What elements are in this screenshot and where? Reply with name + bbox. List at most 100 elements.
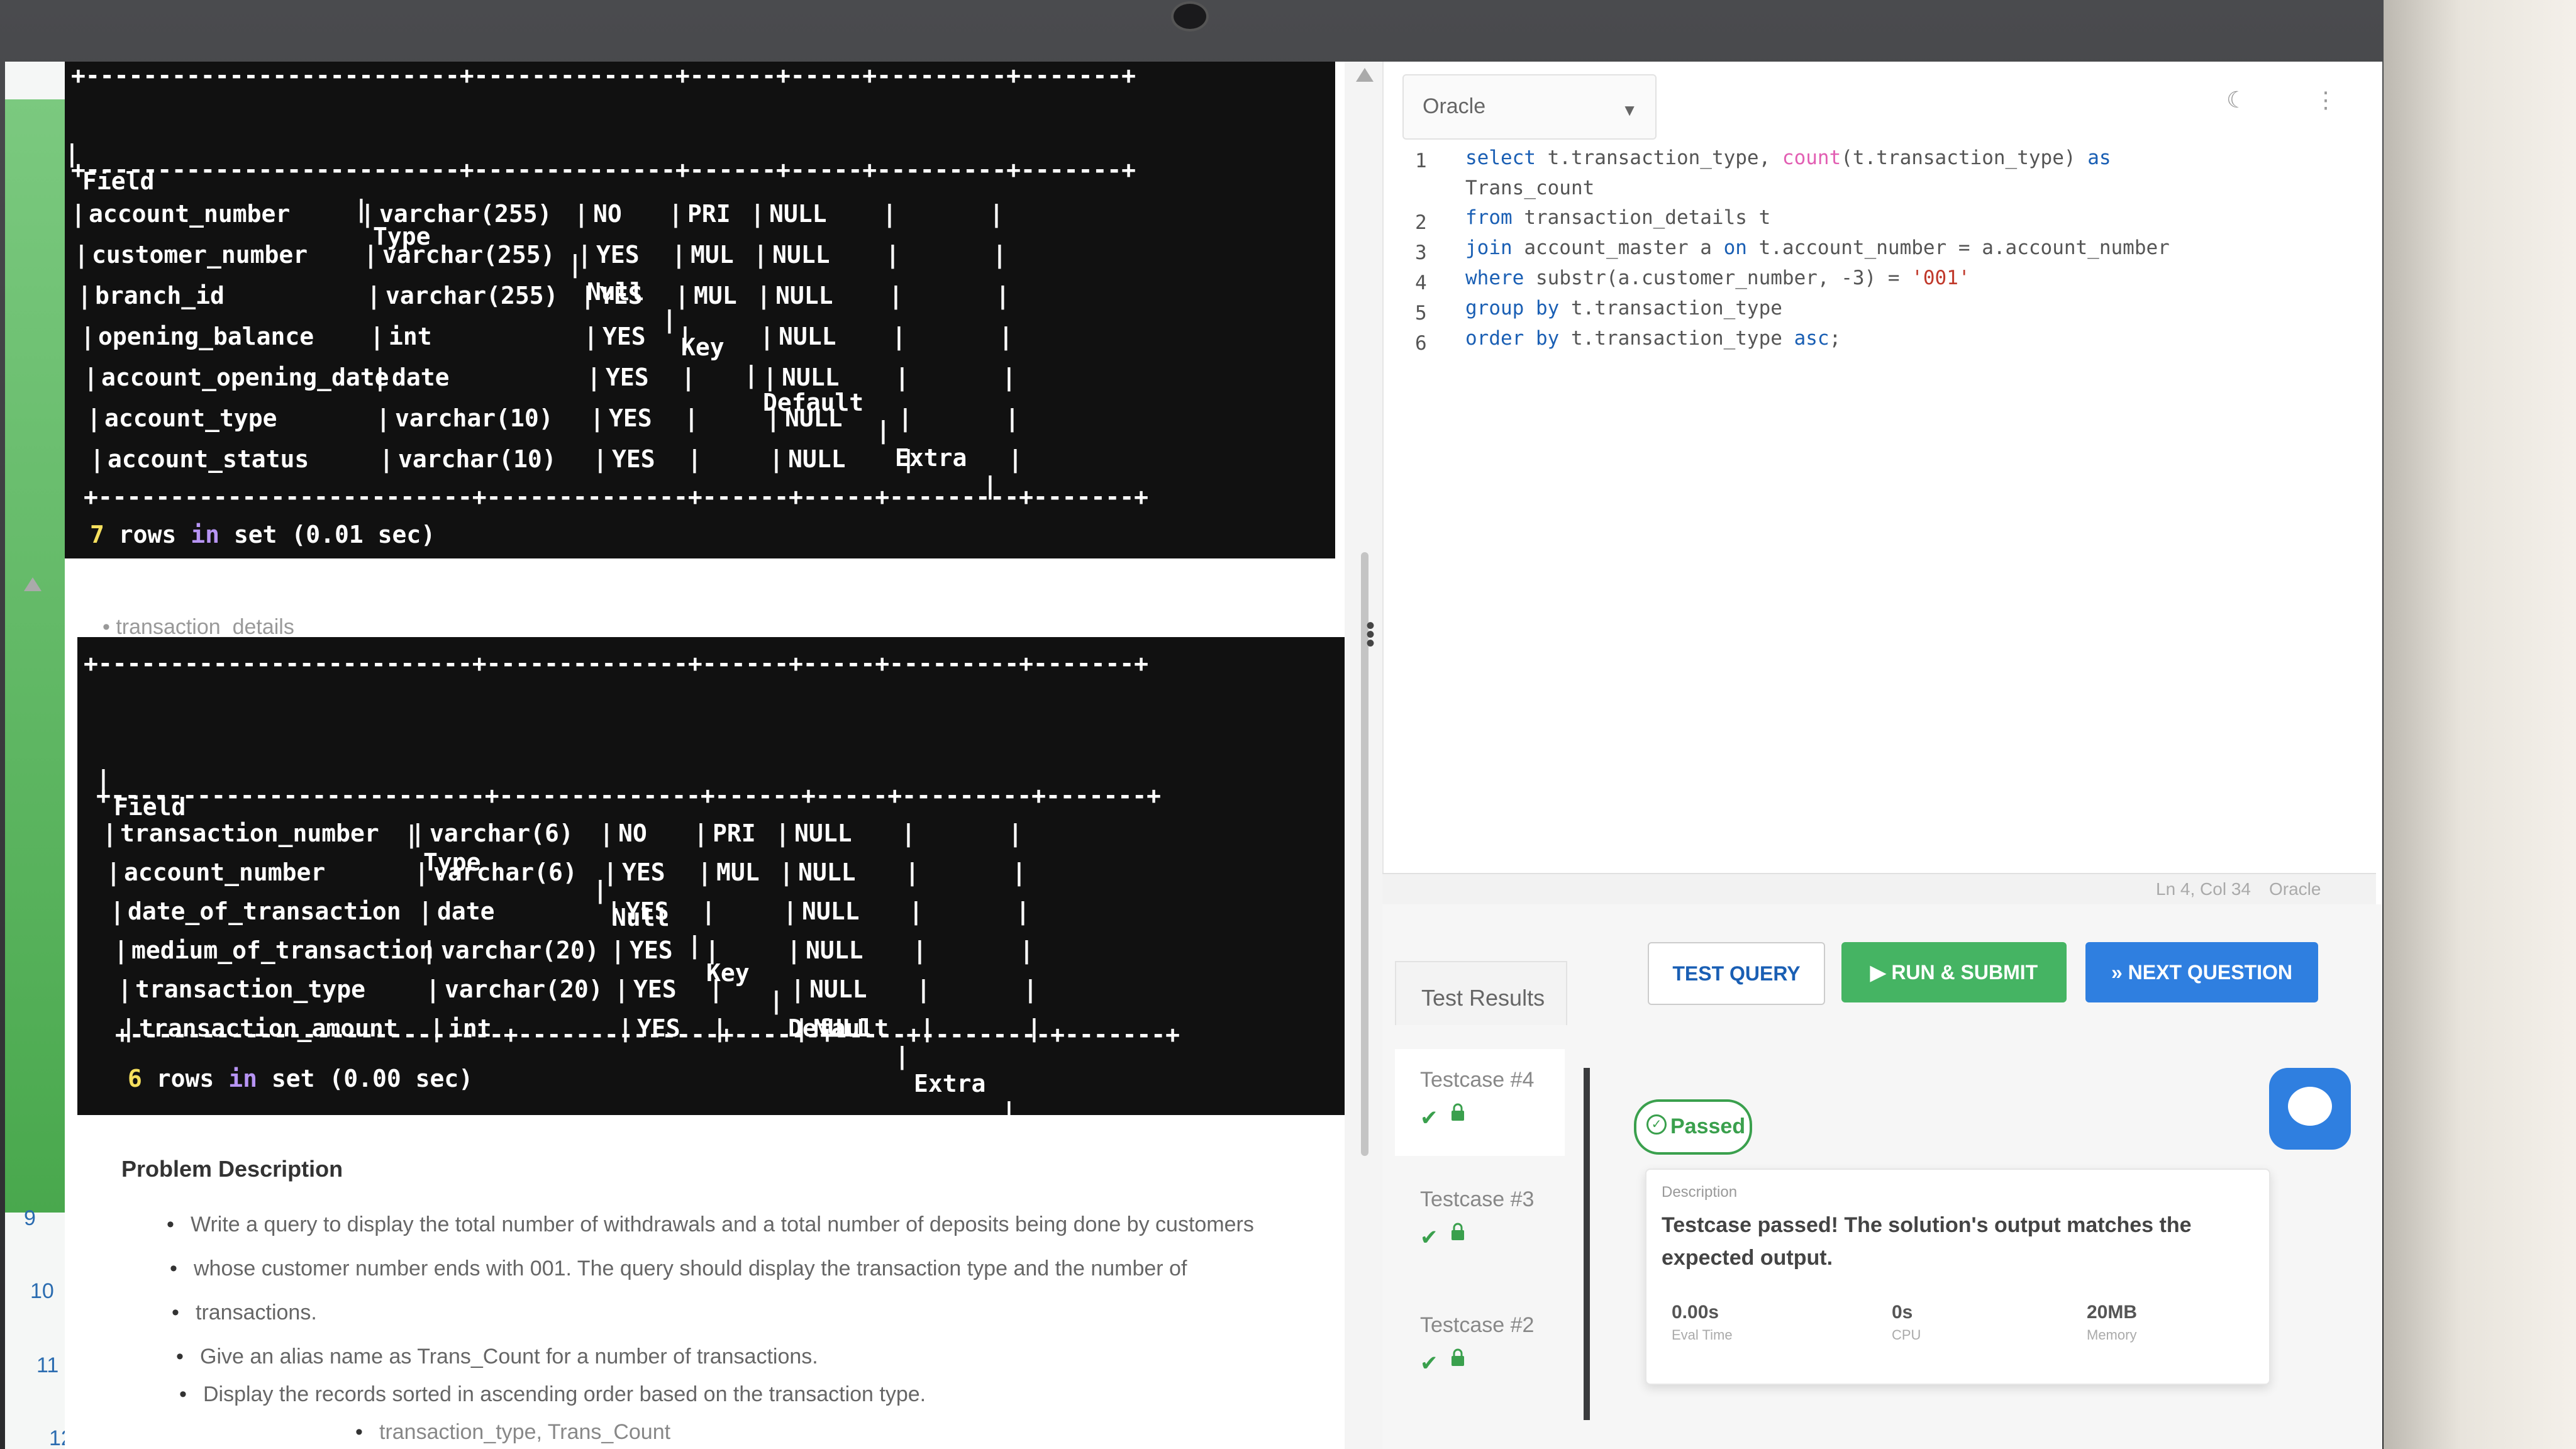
table-cell: varchar(255) [382, 241, 555, 269]
status-badge: ✓ Passed [1634, 1099, 1752, 1155]
table-cell: YES [622, 858, 665, 886]
code-line[interactable]: order by t.transaction_type asc; [1465, 327, 1841, 350]
table-cell: YES [633, 975, 677, 1003]
gutter-line-number: 9 [24, 1206, 36, 1230]
table-cell: varchar(6) [430, 819, 574, 847]
table-border: +--------------------------+------------… [115, 1021, 1180, 1048]
pane-splitter[interactable]: • • • [1345, 62, 1382, 1449]
table-cell: varchar(10) [398, 445, 557, 473]
table-border: +--------------------------+------------… [71, 156, 1136, 184]
results-panel: Test Results TEST QUERY ▶ RUN & SUBMIT »… [1382, 904, 2382, 1449]
table-cell: MUL [716, 858, 760, 886]
table-cell: varchar(255) [386, 282, 558, 309]
table-border: +--------------------------+------------… [71, 62, 1136, 89]
more-options-icon[interactable]: ⋮ [2314, 87, 2337, 113]
table-cell: varchar(20) [445, 975, 603, 1003]
table-cell: account_type [104, 404, 277, 432]
table-cell: medium_of_transaction [131, 936, 434, 964]
table-cell: customer_number [92, 241, 308, 269]
next-question-button[interactable]: » NEXT QUESTION [2085, 942, 2318, 1002]
theme-toggle-icon[interactable]: ☾ [2226, 87, 2246, 113]
table-cell: YES [612, 445, 655, 473]
drag-handle-icon[interactable]: • • • [1366, 613, 1375, 656]
code-editor[interactable]: Oracle ▼ ☾ ⋮ 1 select t.transaction_type… [1382, 62, 2382, 898]
metric-eval-time: 0.00s Eval Time [1672, 1302, 1733, 1343]
tab-test-results[interactable]: Test Results [1395, 961, 1567, 1025]
line-number: 4 [1415, 272, 1427, 294]
table-cell: YES [626, 897, 669, 925]
table-cell: NULL [772, 241, 830, 269]
chat-button[interactable] [2269, 1068, 2351, 1150]
testcase-item[interactable]: Testcase #2 ✔ [1395, 1294, 1565, 1401]
table-cell: NO [618, 819, 647, 847]
line-number: 1 [1415, 150, 1427, 172]
table-cell: YES [596, 241, 640, 269]
table-cell: NULL [779, 323, 836, 350]
table-cell: opening_balance [98, 323, 314, 350]
result-footer: 6 rows in set (0.00 sec) [128, 1065, 474, 1092]
check-icon: ✔ [1420, 1352, 1438, 1375]
metric-memory: 20MB Memory [2087, 1302, 2138, 1343]
table-border: +--------------------------+------------… [84, 483, 1148, 511]
scroll-up-icon[interactable] [1356, 68, 1374, 82]
table-cell: NULL [775, 282, 833, 309]
table-cell: NULL [794, 819, 852, 847]
table-cell: int [389, 323, 432, 350]
problem-bullet: Display the records sorted in ascending … [179, 1382, 926, 1407]
table-cell: account_status [108, 445, 309, 473]
table-cell: NULL [806, 936, 863, 964]
metric-cpu: 0s CPU [1892, 1302, 1921, 1343]
check-circle-icon: ✓ [1646, 1114, 1667, 1135]
language-select[interactable]: Oracle ▼ [1402, 74, 1657, 140]
description-label: Description [1662, 1184, 1738, 1201]
problem-bullet-cont: transactions. [172, 1301, 317, 1325]
table-name-label: • transaction_details [103, 615, 294, 639]
cursor-position: Ln 4, Col 34 [2156, 879, 2251, 899]
code-line[interactable]: join account_master a on t.account_numbe… [1465, 236, 2170, 259]
code-line[interactable]: where substr(a.customer_number, -3) = '0… [1465, 267, 1970, 289]
progress-strip [5, 99, 65, 1213]
line-number: 6 [1415, 332, 1427, 355]
table-cell: varchar(255) [379, 200, 552, 228]
table-border: +--------------------------+------------… [96, 782, 1161, 809]
code-line[interactable]: from transaction_details t [1465, 206, 1770, 229]
code-line[interactable]: select t.transaction_type, count(t.trans… [1465, 147, 2111, 169]
left-gutter: 9 10 11 12 [5, 62, 73, 1449]
problem-bullet-cont: whose customer number ends with 001. The… [170, 1257, 1187, 1281]
header-cell: Extra [914, 1070, 986, 1097]
scroll-up-icon[interactable] [24, 577, 42, 591]
gutter-line-number: 10 [30, 1279, 54, 1303]
editor-statusbar: Ln 4, Col 34 Oracle [1382, 873, 2376, 906]
lock-icon [1452, 1223, 1464, 1240]
table-cell: NULL [798, 858, 856, 886]
table-cell: NULL [782, 364, 840, 391]
webcam [1171, 1, 1209, 31]
divider [1584, 1068, 1590, 1420]
lock-icon [1452, 1103, 1464, 1121]
table-cell: PRI [687, 200, 731, 228]
test-query-button[interactable]: TEST QUERY [1648, 942, 1825, 1005]
table-cell: date [437, 897, 495, 925]
table-cell: transaction_type [135, 975, 366, 1003]
problem-pane: +--------------------------+------------… [65, 62, 1348, 1449]
table-cell: YES [606, 364, 649, 391]
background-wall [2384, 0, 2576, 1449]
table-cell: account_number [89, 200, 291, 228]
table-cell: varchar(6) [433, 858, 577, 886]
line-number: 3 [1415, 242, 1427, 264]
table-cell: NULL [785, 404, 843, 432]
line-number: 5 [1415, 302, 1427, 325]
result-description-card: Description Testcase passed! The solutio… [1645, 1169, 2270, 1385]
code-line[interactable]: group by t.transaction_type [1465, 297, 1782, 319]
table-cell: transaction_number [120, 819, 379, 847]
run-submit-button[interactable]: ▶ RUN & SUBMIT [1841, 942, 2067, 1002]
check-icon: ✔ [1420, 1106, 1438, 1130]
table-cell: NULL [809, 975, 867, 1003]
table-cell: branch_id [95, 282, 225, 309]
testcase-item[interactable]: Testcase #3 ✔ [1395, 1169, 1565, 1275]
gutter-line-number: 11 [36, 1353, 59, 1377]
description-text: Testcase passed! The solution's output m… [1662, 1213, 2192, 1270]
testcase-item[interactable]: Testcase #4 ✔ [1395, 1049, 1565, 1156]
code-line[interactable]: Trans_count [1465, 177, 1594, 199]
table-cell: NO [593, 200, 622, 228]
